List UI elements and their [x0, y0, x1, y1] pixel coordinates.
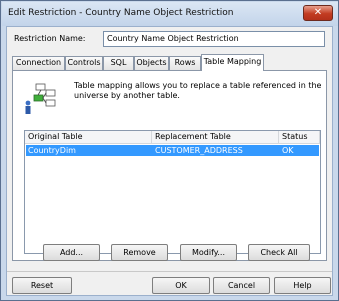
edit-restriction-dialog: Edit Restriction - Country Name Object R…: [0, 0, 339, 301]
cell-replacement-table: CUSTOMER_ADDRESS: [155, 146, 243, 155]
tab-sql[interactable]: SQL: [103, 56, 134, 70]
column-status[interactable]: Status: [279, 131, 320, 144]
check-all-button[interactable]: Check All: [248, 244, 310, 261]
grid-header: Original Table Replacement Table Status: [25, 131, 320, 144]
cell-original-table: CountryDim: [28, 146, 76, 155]
cell-status: OK: [282, 146, 294, 155]
restriction-name-label: Restriction Name:: [14, 34, 86, 43]
table-row[interactable]: CountryDim CUSTOMER_ADDRESS OK: [26, 145, 319, 156]
title-bar: Edit Restriction - Country Name Object R…: [2, 2, 338, 26]
modify-button[interactable]: Modify...: [180, 244, 237, 261]
column-original-table[interactable]: Original Table: [25, 131, 152, 144]
table-mapping-panel: Table mapping allows you to replace a ta…: [12, 70, 327, 261]
reset-button[interactable]: Reset: [12, 277, 72, 294]
tab-objects[interactable]: Objects: [134, 56, 169, 70]
tab-table-mapping[interactable]: Table Mapping: [201, 54, 264, 71]
window-title: Edit Restriction - Country Name Object R…: [8, 8, 234, 18]
tab-connection[interactable]: Connection: [12, 56, 65, 70]
footer-divider: [7, 271, 332, 272]
tab-rows[interactable]: Rows: [169, 56, 201, 70]
restriction-name-input[interactable]: Country Name Object Restriction: [103, 31, 325, 47]
table-mapping-icon: [25, 83, 56, 114]
remove-button[interactable]: Remove: [111, 244, 168, 261]
close-button[interactable]: ✕: [303, 5, 333, 21]
table-mapping-description: Table mapping allows you to replace a ta…: [74, 81, 322, 100]
help-button[interactable]: Help: [274, 277, 331, 294]
cancel-button[interactable]: Cancel: [213, 277, 270, 294]
tab-controls[interactable]: Controls: [65, 56, 103, 70]
ok-button[interactable]: OK: [152, 277, 210, 294]
dialog-body: Restriction Name: Country Name Object Re…: [6, 26, 333, 296]
add-button[interactable]: Add...: [43, 244, 100, 261]
table-mapping-grid[interactable]: Original Table Replacement Table Status …: [24, 130, 321, 254]
column-replacement-table[interactable]: Replacement Table: [152, 131, 279, 144]
